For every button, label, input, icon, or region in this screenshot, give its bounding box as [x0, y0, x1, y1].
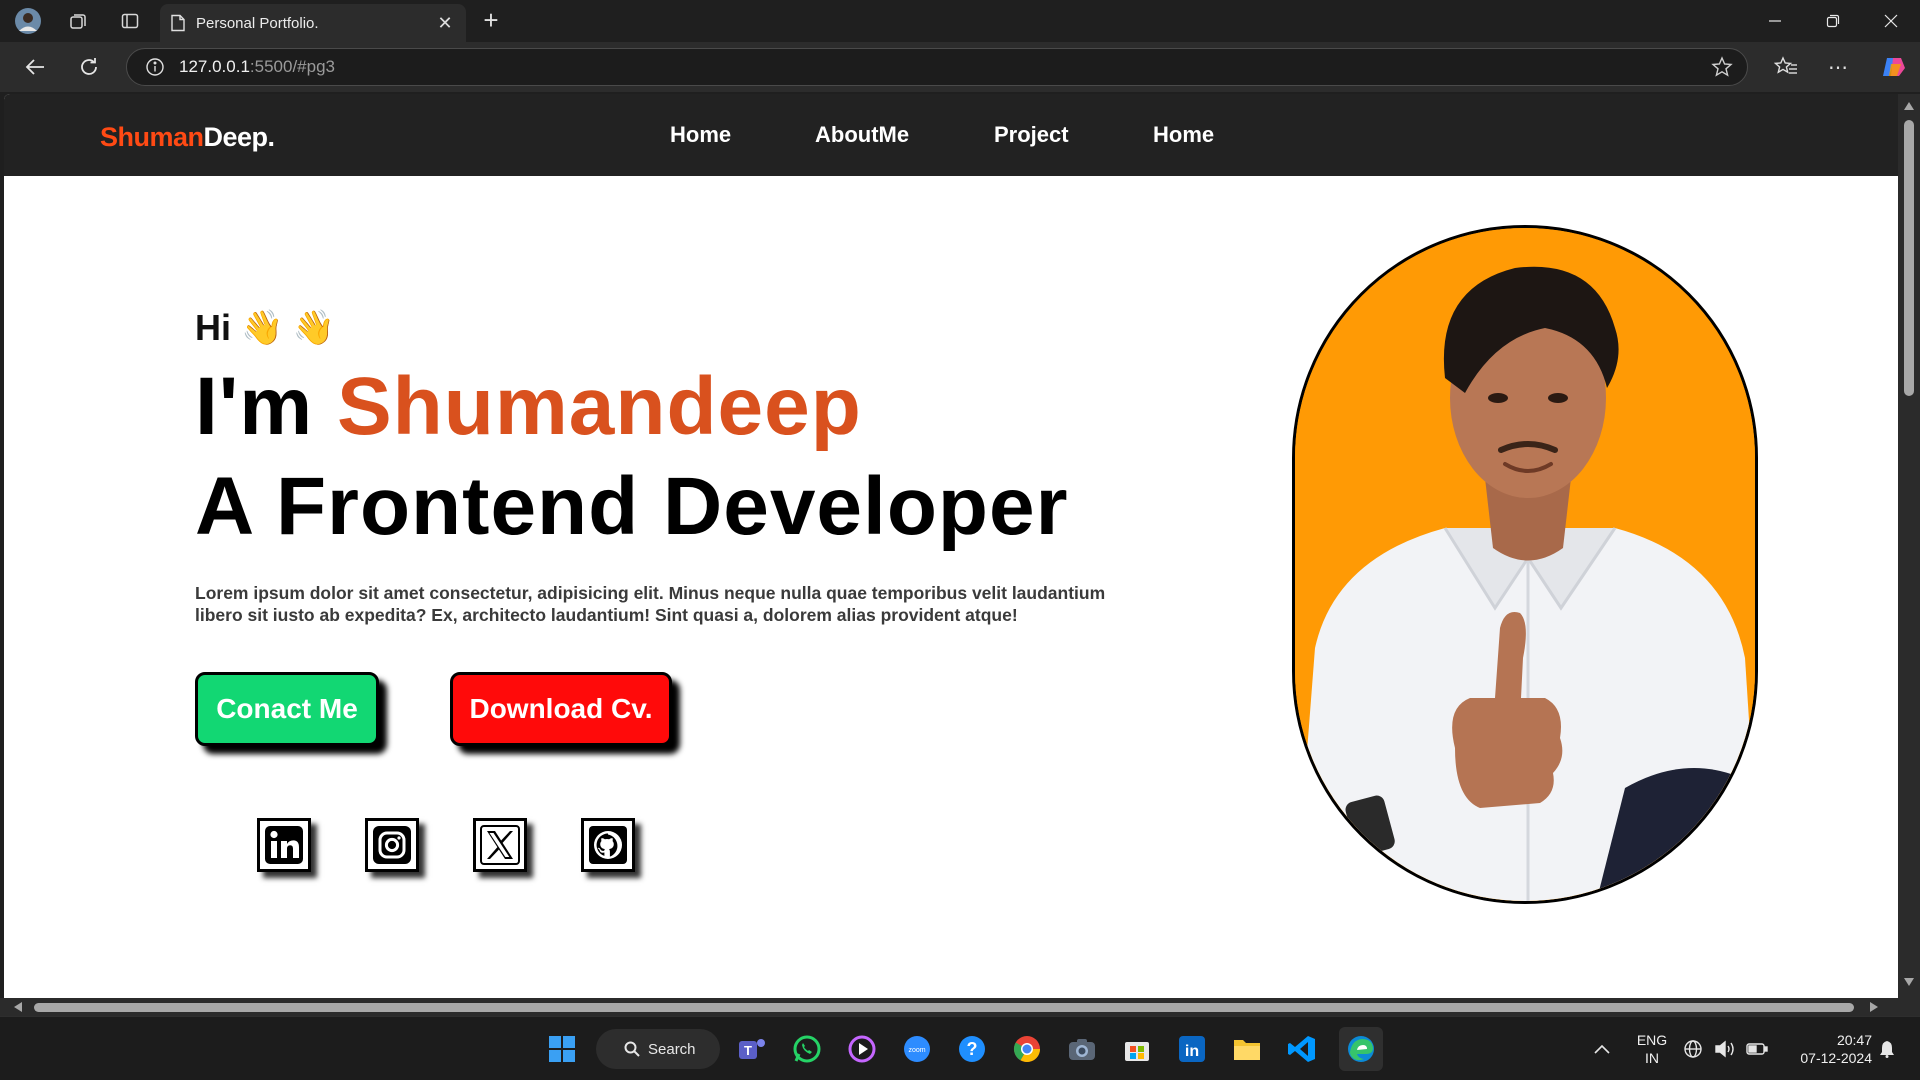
contact-me-button[interactable]: Conact Me: [195, 672, 379, 746]
nav-link-home-2[interactable]: Home: [1153, 122, 1214, 148]
role-heading: A Frontend Developer: [195, 461, 1069, 552]
linkedin-app-icon[interactable]: in: [1174, 1031, 1210, 1067]
network-globe-icon[interactable]: [1680, 1031, 1706, 1067]
greeting: Hi 👋 👋: [195, 307, 335, 349]
language-code: ENG: [1636, 1032, 1668, 1048]
clock[interactable]: 20:47 07-12-2024: [1782, 1031, 1872, 1067]
logo-second-part: Deep.: [203, 122, 276, 152]
waving-hand-icon: 👋 👋: [241, 309, 336, 347]
tab-actions-icon[interactable]: [114, 6, 146, 36]
get-help-icon[interactable]: ?: [954, 1031, 990, 1067]
windows-taskbar: Search T zoom ? in ENG IN 20:47 07-12-20…: [0, 1016, 1920, 1080]
battery-icon[interactable]: [1744, 1031, 1770, 1067]
windows-start-icon[interactable]: [544, 1031, 580, 1067]
restore-icon[interactable]: [1804, 0, 1862, 42]
url-path: :5500/#pg3: [249, 57, 335, 76]
logo-first-part: Shuman: [100, 122, 204, 152]
github-icon[interactable]: [581, 818, 635, 872]
workspaces-icon[interactable]: [62, 6, 94, 36]
linkedin-icon[interactable]: [257, 818, 311, 872]
browser-title-bar: Personal Portfolio. ✕ +: [0, 0, 1920, 42]
intro-heading: I'm Shumandeep: [195, 360, 862, 454]
teams-icon[interactable]: T: [734, 1031, 770, 1067]
show-hidden-icons-chevron-icon[interactable]: [1584, 1031, 1620, 1067]
scroll-right-arrow-icon[interactable]: [1870, 1002, 1878, 1012]
vertical-scroll-thumb[interactable]: [1904, 120, 1914, 396]
horizontal-scroll-thumb[interactable]: [34, 1003, 1854, 1012]
tab-title: Personal Portfolio.: [196, 14, 319, 32]
svg-text:T: T: [744, 1043, 752, 1058]
taskbar-search-button[interactable]: Search: [596, 1029, 720, 1069]
vscode-icon[interactable]: [1284, 1031, 1320, 1067]
svg-text:?: ?: [967, 1039, 978, 1059]
refresh-icon[interactable]: [72, 50, 106, 84]
clock-date: 07-12-2024: [1800, 1050, 1872, 1066]
intro-prefix: I'm: [195, 361, 337, 452]
url-host: 127.0.0.1: [179, 57, 250, 76]
greeting-text: Hi: [195, 307, 231, 348]
whatsapp-icon[interactable]: [789, 1031, 825, 1067]
region-code: IN: [1645, 1050, 1659, 1066]
back-arrow-icon[interactable]: [18, 50, 52, 84]
active-tab[interactable]: Personal Portfolio. ✕: [160, 4, 466, 42]
clock-time: 20:47: [1836, 1032, 1872, 1048]
bio-paragraph: Lorem ipsum dolor sit amet consectetur, …: [195, 583, 1106, 625]
language-indicator[interactable]: ENG IN: [1632, 1031, 1672, 1067]
chrome-icon[interactable]: [1009, 1031, 1045, 1067]
zoom-icon[interactable]: zoom: [899, 1031, 935, 1067]
download-cv-button[interactable]: Download Cv.: [450, 672, 672, 746]
nav-link-home[interactable]: Home: [670, 122, 731, 148]
svg-text:in: in: [1185, 1043, 1199, 1060]
scroll-up-arrow-icon[interactable]: [1904, 102, 1914, 110]
media-player-icon[interactable]: [844, 1031, 880, 1067]
profile-avatar-icon[interactable]: [12, 6, 44, 36]
page-icon: [171, 14, 185, 32]
close-window-icon[interactable]: [1862, 0, 1920, 42]
page-viewport: ShumanDeep. Home AboutMe Project Home Hi…: [4, 94, 1898, 998]
favorite-star-icon[interactable]: [1711, 56, 1733, 83]
horizontal-scrollbar[interactable]: [0, 998, 1920, 1016]
scroll-left-arrow-icon[interactable]: [14, 1002, 22, 1012]
vertical-scrollbar[interactable]: [1898, 94, 1920, 998]
x-icon[interactable]: [473, 818, 527, 872]
edge-icon[interactable]: [1339, 1027, 1383, 1071]
nav-link-aboutme[interactable]: AboutMe: [815, 122, 909, 148]
volume-icon[interactable]: [1712, 1031, 1738, 1067]
tab-close-icon[interactable]: ✕: [434, 13, 456, 34]
file-explorer-icon[interactable]: [1229, 1031, 1265, 1067]
instagram-icon[interactable]: [365, 818, 419, 872]
site-navbar: ShumanDeep. Home AboutMe Project Home: [4, 94, 1898, 176]
scroll-down-arrow-icon[interactable]: [1904, 978, 1914, 986]
copilot-icon[interactable]: [1876, 50, 1912, 84]
url-field[interactable]: 127.0.0.1:5500/#pg3: [126, 48, 1748, 86]
minimize-icon[interactable]: [1746, 0, 1804, 42]
notification-bell-icon[interactable]: [1872, 1031, 1902, 1067]
microsoft-store-icon[interactable]: [1119, 1031, 1155, 1067]
new-tab-button[interactable]: +: [476, 6, 506, 36]
profile-photo: [1292, 225, 1758, 904]
address-bar-row: 127.0.0.1:5500/#pg3 ⋯: [0, 42, 1920, 92]
search-label: Search: [648, 1040, 696, 1058]
portrait-illustration: [1295, 228, 1755, 901]
favorites-icon[interactable]: [1768, 50, 1804, 84]
camera-icon[interactable]: [1064, 1031, 1100, 1067]
search-icon: [624, 1041, 640, 1057]
site-logo[interactable]: ShumanDeep.: [100, 122, 275, 153]
intro-name: Shumandeep: [336, 361, 862, 452]
svg-text:zoom: zoom: [908, 1047, 925, 1054]
more-options-icon[interactable]: ⋯: [1820, 50, 1856, 84]
nav-link-project[interactable]: Project: [994, 122, 1069, 148]
site-info-icon[interactable]: [145, 57, 165, 77]
